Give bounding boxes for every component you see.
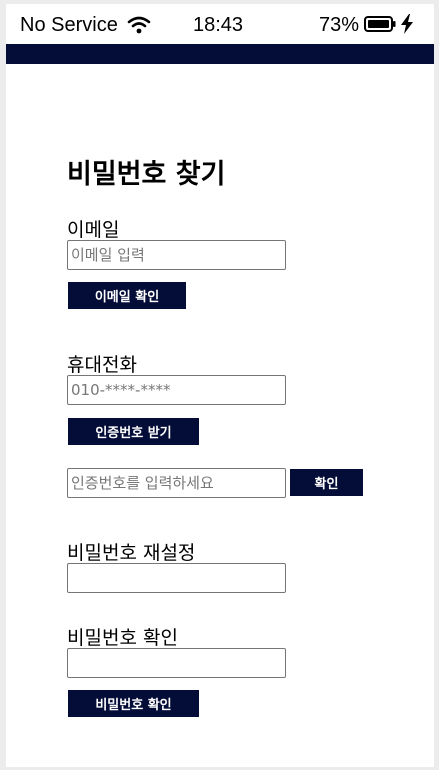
confirm-password-button[interactable]: 비밀번호 확인	[68, 690, 199, 717]
new-password-input[interactable]	[67, 563, 286, 593]
header-bar	[6, 44, 434, 64]
request-code-button[interactable]: 인증번호 받기	[68, 418, 199, 445]
carrier-label: No Service	[20, 14, 118, 36]
confirm-password-label: 비밀번호 확인	[67, 627, 178, 649]
email-input[interactable]	[67, 240, 286, 270]
clock: 18:43	[193, 14, 244, 36]
charging-bolt-icon	[401, 14, 413, 34]
app-screen: No Service 18:43 73% 비밀번호 찾기 이메일 이메일 확인 …	[6, 4, 434, 767]
phone-label: 휴대전화	[67, 354, 137, 376]
confirm-password-input[interactable]	[67, 648, 286, 678]
email-verify-button[interactable]: 이메일 확인	[68, 282, 186, 309]
status-bar: No Service 18:43 73%	[6, 4, 434, 44]
battery-icon	[364, 16, 396, 32]
reset-password-label: 비밀번호 재설정	[67, 542, 196, 564]
confirm-code-button[interactable]: 확인	[290, 469, 363, 496]
phone-input[interactable]	[67, 375, 286, 405]
email-label: 이메일	[67, 219, 120, 241]
verification-code-input[interactable]	[67, 468, 286, 498]
page-title: 비밀번호 찾기	[67, 159, 226, 190]
wifi-icon	[127, 16, 151, 34]
battery-percentage: 73%	[319, 14, 360, 36]
